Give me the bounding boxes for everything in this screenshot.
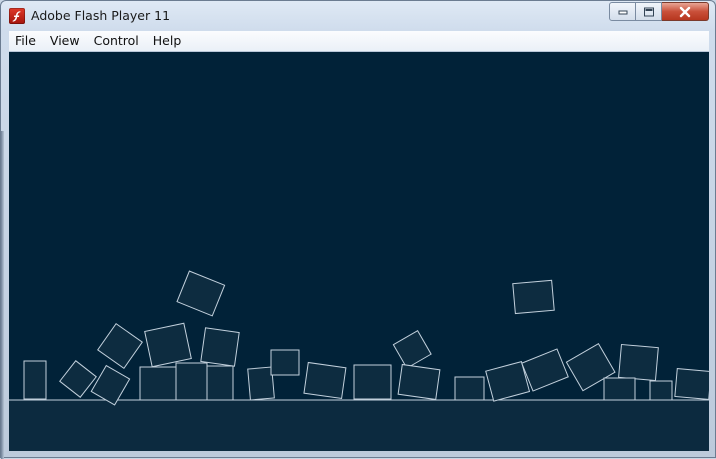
physics-box [23, 360, 47, 400]
flash-stage[interactable] [9, 52, 709, 451]
minimize-button[interactable] [609, 2, 636, 21]
menu-view[interactable]: View [43, 31, 87, 51]
window-title: Adobe Flash Player 11 [31, 8, 171, 23]
physics-box [175, 362, 208, 401]
physics-box [603, 377, 636, 401]
maximize-button[interactable] [636, 2, 662, 21]
physics-box [200, 327, 240, 367]
flash-player-window: Adobe Flash Player 11 File View Control … [0, 0, 716, 459]
maximize-icon [643, 7, 654, 16]
caption-buttons [609, 2, 709, 21]
ground [9, 400, 709, 451]
physics-box [649, 380, 673, 401]
close-button[interactable] [662, 2, 709, 21]
menu-control[interactable]: Control [87, 31, 146, 51]
physics-box [397, 363, 441, 401]
physics-box [512, 279, 555, 315]
physics-box [353, 364, 392, 400]
physics-box [270, 349, 300, 376]
menu-bar: File View Control Help [9, 31, 709, 52]
physics-scene [9, 52, 709, 451]
menu-help[interactable]: Help [146, 31, 189, 51]
physics-box [139, 366, 178, 401]
physics-box [454, 376, 485, 401]
close-icon [679, 6, 691, 17]
window-left-edge [1, 131, 4, 459]
menu-file[interactable]: File [9, 31, 43, 51]
flash-player-icon [9, 8, 25, 24]
physics-box [247, 366, 275, 401]
physics-box [303, 361, 347, 400]
physics-box [618, 343, 659, 382]
title-bar[interactable]: Adobe Flash Player 11 [1, 1, 715, 31]
physics-box [144, 322, 192, 368]
physics-box [674, 368, 709, 400]
minimize-icon [618, 10, 627, 14]
physics-box [206, 365, 234, 401]
